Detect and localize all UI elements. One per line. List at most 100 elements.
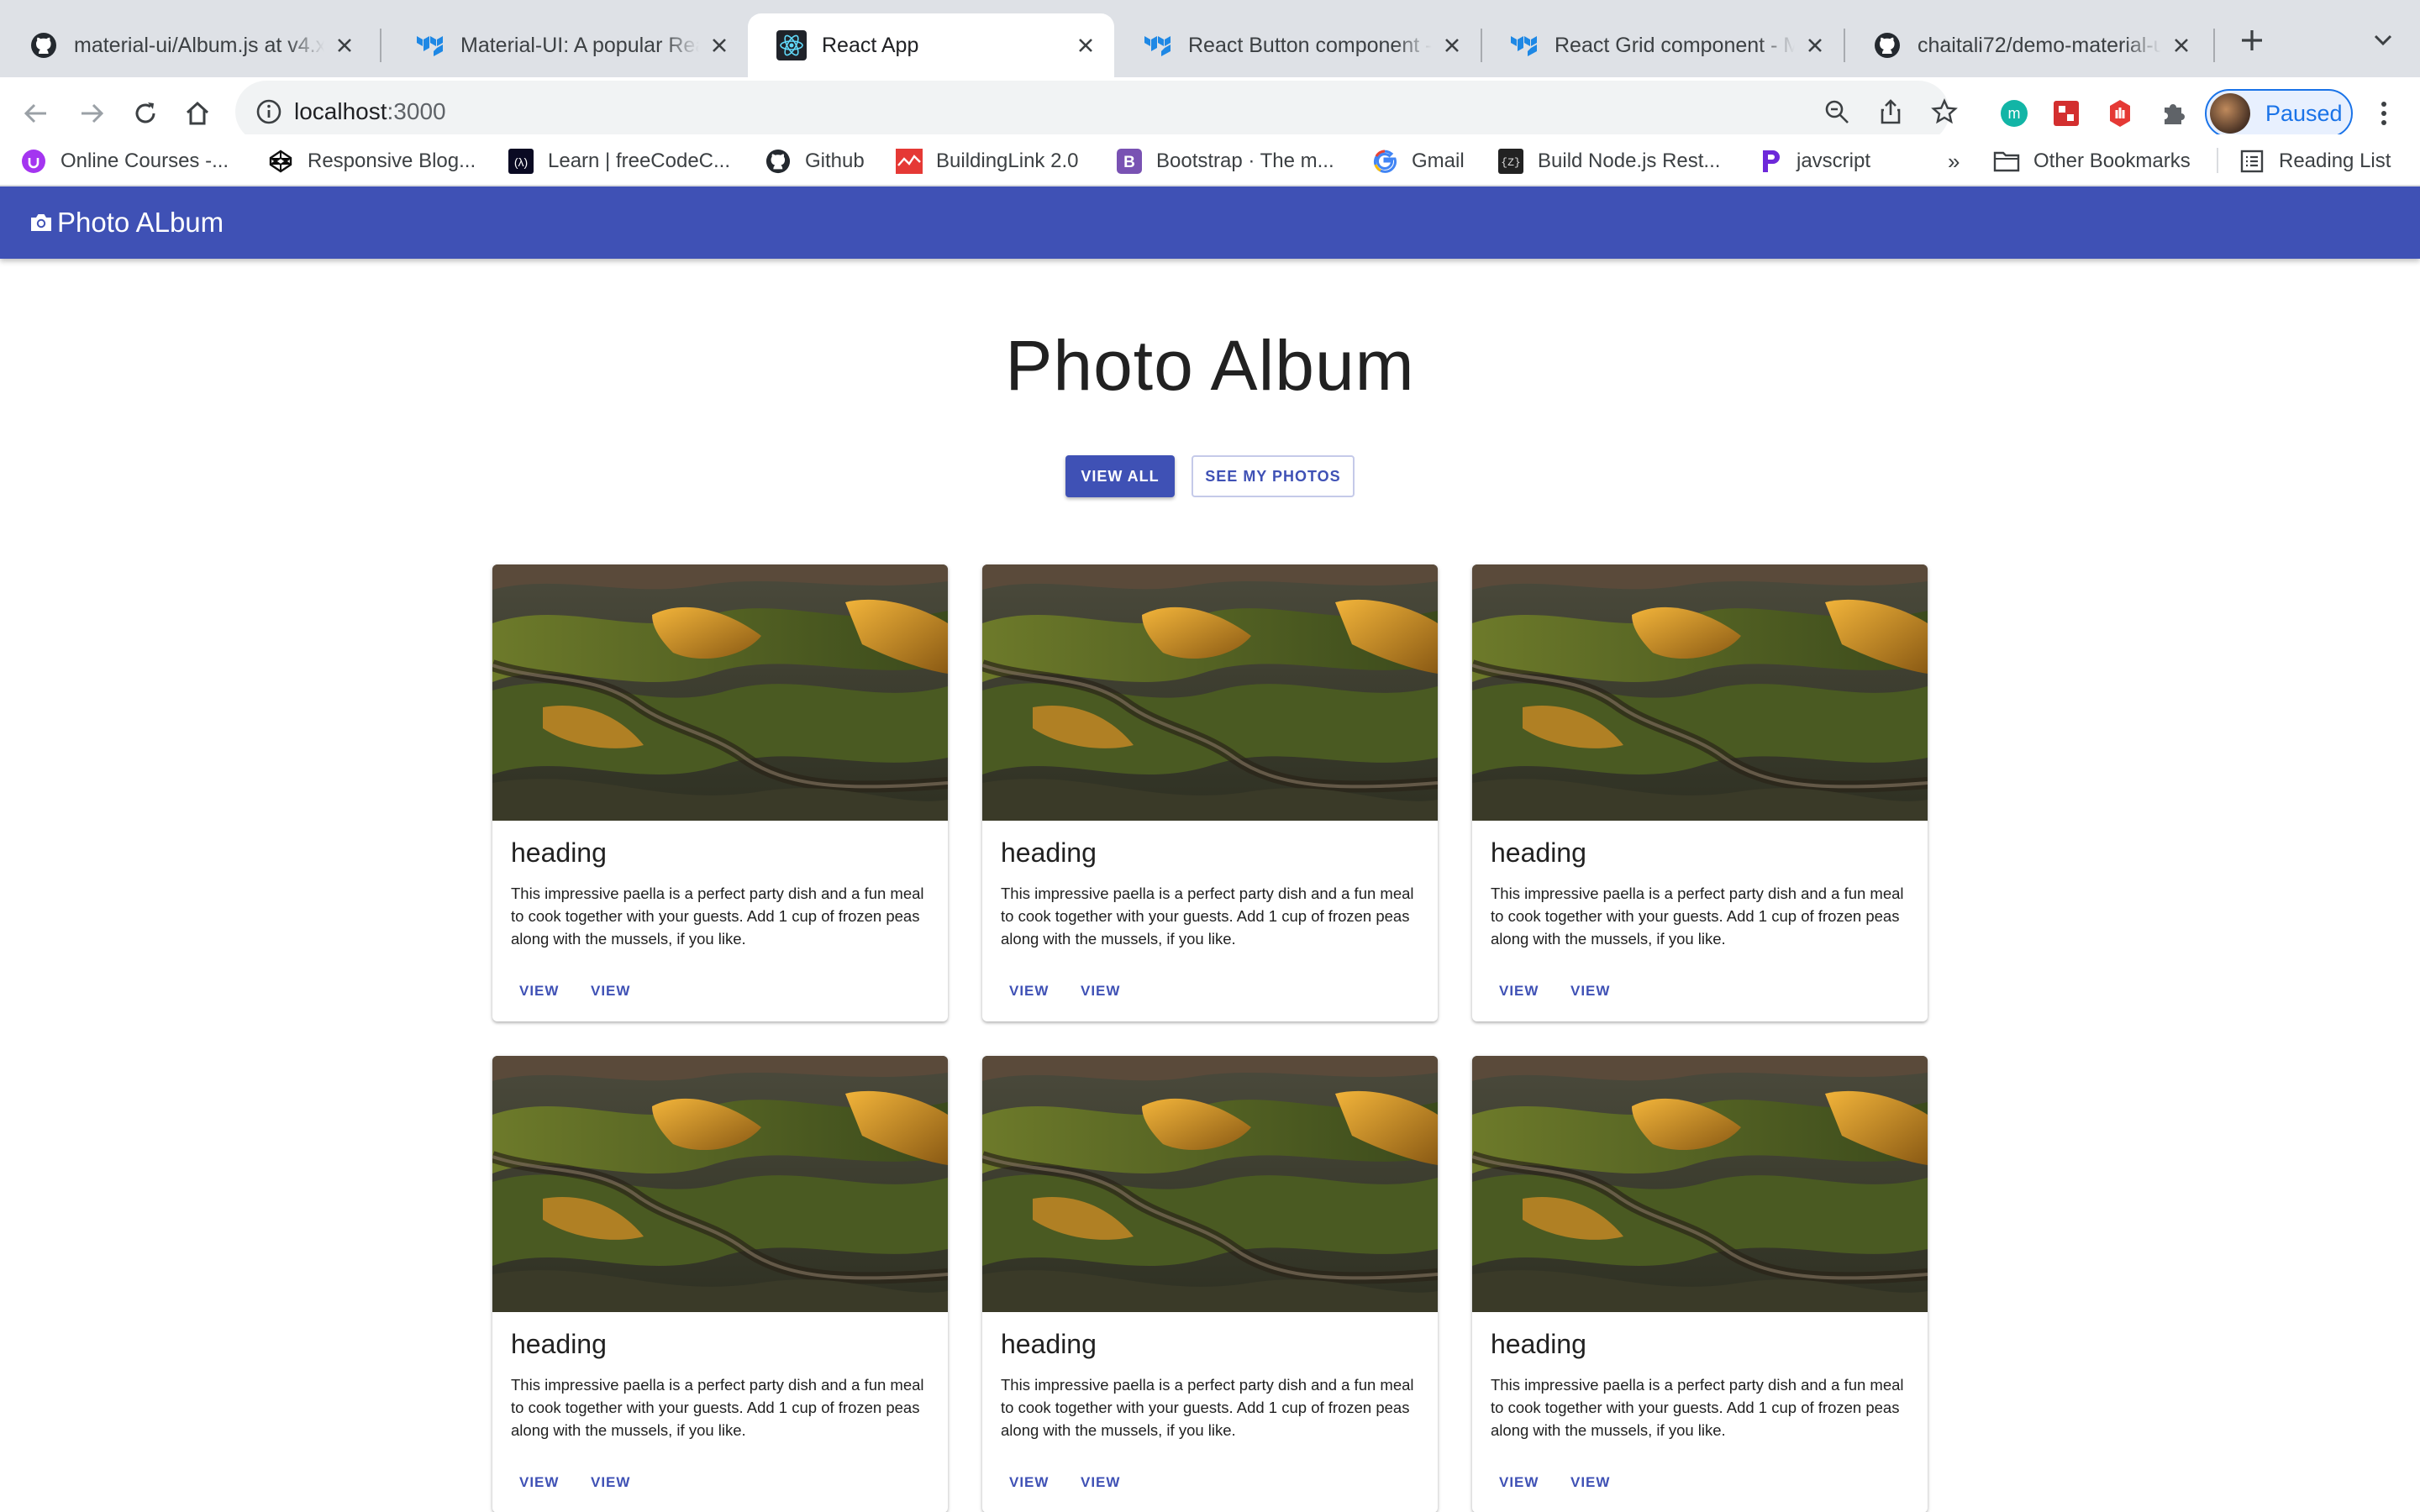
extension-m-icon[interactable]: m	[1993, 92, 2035, 134]
card-description: This impressive paella is a perfect part…	[1001, 1376, 1414, 1439]
tab-title: material-ui/Album.js at v4.x	[74, 33, 324, 57]
freecodecamp-icon: (λ)	[508, 148, 534, 175]
other-bookmarks-label: Other Bookmarks	[2033, 150, 2191, 172]
camera-icon	[31, 214, 51, 231]
bookmark-label: Learn | freeCodeC...	[548, 150, 731, 172]
new-tab-button[interactable]	[2235, 24, 2269, 57]
card-view-button[interactable]: VIEW	[1009, 1474, 1049, 1491]
close-icon[interactable]	[1803, 34, 1827, 57]
other-bookmarks-folder[interactable]: Other Bookmarks	[1993, 144, 2191, 178]
tab-album-source[interactable]: material-ui/Album.js at v4.x	[0, 13, 373, 77]
card-photo[interactable]	[1472, 564, 1928, 821]
card-view-button-secondary[interactable]: VIEW	[591, 983, 630, 1000]
back-button[interactable]	[15, 92, 57, 134]
browser-tab-strip: material-ui/Album.js at v4.x Material-UI…	[0, 0, 2420, 77]
plus-icon	[2242, 30, 2262, 50]
url-port: :3000	[387, 98, 446, 124]
github-icon	[765, 148, 792, 175]
svg-text:{Z}: {Z}	[1501, 156, 1520, 169]
card-view-button[interactable]: VIEW	[519, 983, 559, 1000]
forward-button[interactable]	[71, 92, 113, 134]
buildinglink-icon	[896, 148, 923, 175]
extension-puzzle-red-icon[interactable]	[2045, 92, 2087, 134]
page-viewport: Photo ALbum Photo Album VIEW ALL SEE MY …	[0, 186, 2420, 1512]
address-bar[interactable]: localhost:3000	[235, 81, 1958, 143]
bookmark-node-rest[interactable]: {Z} Build Node.js Rest...	[1497, 144, 1720, 178]
card-photo[interactable]	[982, 1056, 1438, 1312]
tab-material-ui[interactable]: Material-UI: A popular React UI framewor…	[387, 13, 748, 77]
card-view-button-secondary[interactable]: VIEW	[1570, 983, 1610, 1000]
info-icon[interactable]	[254, 97, 284, 127]
bookmark-online-courses[interactable]: Online Courses -...	[20, 144, 229, 178]
tab-title: React Grid component - MUI	[1555, 33, 1795, 57]
profile-button[interactable]: Paused	[2205, 89, 2353, 138]
svg-text:(λ): (λ)	[514, 155, 528, 169]
card-description: This impressive paella is a perfect part…	[1491, 885, 1904, 948]
svg-text:m: m	[2008, 105, 2021, 122]
codepen-icon	[267, 148, 294, 175]
tab-mui-grid[interactable]: React Grid component - MUI	[1481, 13, 1844, 77]
tab-title: chaitali72/demo-material-ui	[1918, 33, 2161, 57]
close-icon[interactable]	[2170, 34, 2193, 57]
card-view-button[interactable]: VIEW	[519, 1474, 559, 1491]
mui-icon	[415, 30, 445, 60]
close-icon[interactable]	[1074, 34, 1097, 57]
bookmark-responsive-blog[interactable]: Responsive Blog...	[267, 144, 476, 178]
mui-icon	[1509, 30, 1539, 60]
bookmark-label: Build Node.js Rest...	[1538, 150, 1721, 172]
kebab-menu-icon	[2381, 102, 2386, 125]
bookmark-bootstrap[interactable]: B Bootstrap · The m...	[1116, 144, 1334, 178]
overflow-chevron-label: »	[1948, 148, 1960, 174]
bookmark-javscript[interactable]: javscript	[1756, 144, 1870, 178]
card-view-button-secondary[interactable]: VIEW	[591, 1474, 630, 1491]
card-view-button-secondary[interactable]: VIEW	[1081, 1474, 1120, 1491]
bookmark-buildinglink[interactable]: BuildingLink 2.0	[896, 144, 1078, 178]
tab-search-button[interactable]	[2366, 24, 2400, 57]
card-view-button[interactable]: VIEW	[1499, 983, 1539, 1000]
card-description: This impressive paella is a perfect part…	[1001, 885, 1414, 948]
card-view-button[interactable]: VIEW	[1499, 1474, 1539, 1491]
bookmarks-overflow-button[interactable]: »	[1948, 144, 1960, 178]
tab-react-app[interactable]: React App	[748, 13, 1114, 77]
card-photo[interactable]	[982, 564, 1438, 821]
pabbly-icon	[1756, 148, 1783, 175]
card-view-button[interactable]: VIEW	[1009, 983, 1049, 1000]
card-photo[interactable]	[492, 564, 948, 821]
photo-card: heading This impressive paella is a perf…	[492, 1056, 948, 1512]
photo-card: heading This impressive paella is a perf…	[982, 1056, 1438, 1512]
star-icon[interactable]	[1928, 95, 1961, 129]
photo-card: heading This impressive paella is a perf…	[982, 564, 1438, 1021]
github-icon	[29, 30, 59, 60]
browser-menu-button[interactable]	[2363, 92, 2405, 134]
see-my-photos-button[interactable]: SEE MY PHOTOS	[1192, 455, 1355, 497]
view-all-button[interactable]: VIEW ALL	[1065, 455, 1175, 497]
reading-list-button[interactable]: Reading List	[2238, 144, 2391, 178]
card-view-button-secondary[interactable]: VIEW	[1081, 983, 1120, 1000]
reading-list-label: Reading List	[2279, 150, 2391, 172]
reading-list-icon	[2238, 148, 2265, 175]
tab-separator	[380, 29, 381, 62]
tab-title: React App	[822, 33, 919, 57]
card-view-button-secondary[interactable]: VIEW	[1570, 1474, 1610, 1491]
bookmark-gmail[interactable]: Gmail	[1371, 144, 1465, 178]
bookmark-github[interactable]: Github	[765, 144, 865, 178]
bookmark-freecodecamp[interactable]: (λ) Learn | freeCodeC...	[508, 144, 730, 178]
svg-text:B: B	[1123, 154, 1135, 171]
home-button[interactable]	[176, 92, 218, 134]
app-bar: Photo ALbum	[0, 186, 2420, 259]
card-description: This impressive paella is a perfect part…	[1491, 1376, 1904, 1439]
tab-github-demo[interactable]: chaitali72/demo-material-ui	[1844, 13, 2210, 77]
card-photo[interactable]	[1472, 1056, 1928, 1312]
close-icon[interactable]	[1440, 34, 1464, 57]
bookmark-label: Responsive Blog...	[308, 150, 476, 172]
zoom-icon[interactable]	[1820, 95, 1854, 129]
reload-button[interactable]	[124, 92, 166, 134]
close-icon[interactable]	[333, 34, 356, 57]
card-heading: heading	[1001, 837, 1097, 868]
extension-hand-icon[interactable]	[2099, 92, 2141, 134]
tab-mui-button[interactable]: React Button component - Material-UI	[1114, 13, 1481, 77]
close-icon[interactable]	[708, 34, 731, 57]
extensions-puzzle-icon[interactable]	[2153, 92, 2195, 134]
share-icon[interactable]	[1874, 95, 1907, 129]
card-photo[interactable]	[492, 1056, 948, 1312]
